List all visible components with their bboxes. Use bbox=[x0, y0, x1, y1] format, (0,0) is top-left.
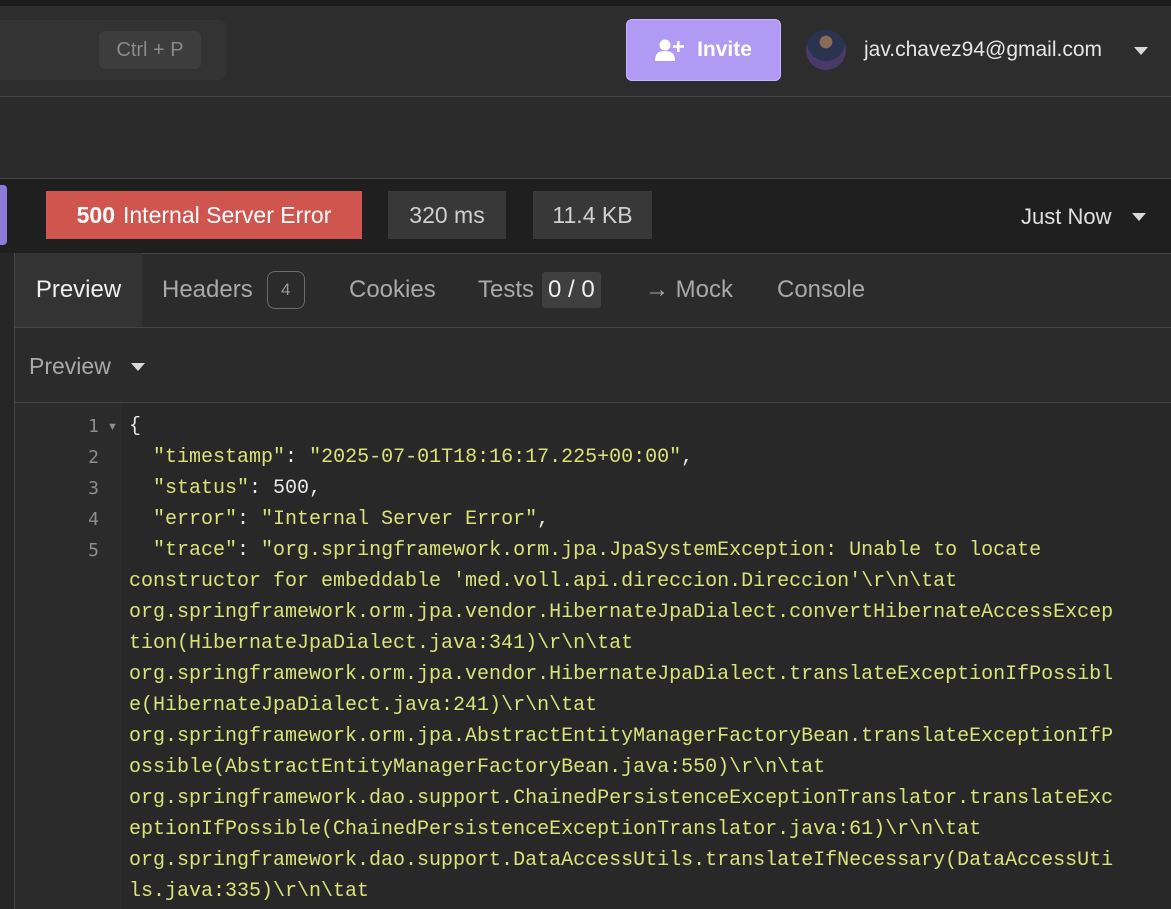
code-line: ls.java:335)\r\n\tat bbox=[129, 880, 370, 903]
code-line: org.springframework.orm.jpa.AbstractEnti… bbox=[129, 725, 1114, 748]
status-badge: 500 Internal Server Error bbox=[46, 191, 362, 239]
account-chevron-down-icon[interactable] bbox=[1134, 47, 1148, 55]
status-text: Internal Server Error bbox=[123, 201, 332, 228]
code-line: e(HibernateJpaDialect.java:241)\r\n\tat bbox=[129, 694, 598, 717]
code-line: org.springframework.orm.jpa.vendor.Hiber… bbox=[129, 601, 1114, 624]
response-body-viewer[interactable]: 1 ▼ 2 3 4 5 { "timestamp": "2025-07-01T1… bbox=[15, 403, 1171, 909]
code-line: "timestamp": "2025-07-01T18:16:17.225+00… bbox=[153, 446, 694, 469]
tab-console[interactable]: Console bbox=[777, 253, 865, 327]
line-number: 2 bbox=[88, 447, 99, 468]
preview-mode-label: Preview bbox=[29, 353, 111, 379]
avatar[interactable] bbox=[806, 30, 846, 70]
code-line: "status": 500, bbox=[153, 477, 322, 500]
tab-mock-label: → Mock bbox=[645, 276, 734, 303]
tab-tests[interactable]: Tests 0 / 0 bbox=[478, 253, 601, 327]
line-number-gutter: 1 ▼ 2 3 4 5 bbox=[15, 403, 121, 909]
line-number: 5 bbox=[88, 540, 99, 561]
tab-preview[interactable]: Preview bbox=[15, 253, 142, 327]
tab-preview-label: Preview bbox=[35, 276, 122, 303]
preview-chevron-down-icon[interactable] bbox=[131, 363, 145, 371]
code-line: "error": "Internal Server Error", bbox=[153, 508, 550, 531]
add-user-icon bbox=[655, 39, 685, 61]
tab-console-label: Console bbox=[777, 276, 866, 303]
tab-headers-label: Headers bbox=[162, 276, 253, 303]
response-history-dropdown[interactable]: Just Now bbox=[1021, 204, 1111, 230]
top-bar: Ctrl + P Invite jav.chavez94@gmail.com bbox=[0, 0, 1171, 97]
user-email[interactable]: jav.chavez94@gmail.com bbox=[864, 38, 1102, 62]
tab-tests-label: Tests bbox=[478, 276, 535, 303]
invite-button[interactable]: Invite bbox=[626, 19, 781, 81]
response-size: 11.4 KB bbox=[533, 191, 652, 239]
tab-headers[interactable]: Headers 4 bbox=[162, 253, 305, 327]
invite-label: Invite bbox=[697, 38, 752, 61]
code-line: ossible(AbstractEntityManagerFactoryBean… bbox=[129, 756, 826, 779]
code-line: tion(HibernateJpaDialect.java:341)\r\n\t… bbox=[129, 632, 634, 655]
tab-mock[interactable]: → Mock bbox=[645, 253, 733, 327]
tab-cookies-label: Cookies bbox=[349, 276, 436, 303]
response-tabs: Preview Headers 4 Cookies Tests 0 / 0 → … bbox=[15, 253, 1171, 328]
headers-count-badge: 4 bbox=[266, 271, 305, 309]
left-rail bbox=[0, 253, 15, 909]
search-shortcut-hint: Ctrl + P bbox=[99, 31, 201, 69]
code-line: constructor for embeddable 'med.voll.api… bbox=[129, 570, 958, 593]
line-number: 1 bbox=[88, 416, 99, 437]
line-number: 4 bbox=[88, 509, 99, 530]
request-bar bbox=[0, 97, 1171, 179]
tests-count-badge: 0 / 0 bbox=[542, 272, 601, 308]
code-line: eptionIfPossible(ChainedPersistenceExcep… bbox=[129, 818, 982, 841]
status-code: 500 bbox=[76, 201, 115, 228]
code-line: org.springframework.dao.support.DataAcce… bbox=[129, 849, 1114, 872]
code-line: "trace": "org.springframework.orm.jpa.Jp… bbox=[153, 539, 1042, 562]
history-chevron-down-icon[interactable] bbox=[1132, 213, 1146, 221]
tab-cookies[interactable]: Cookies bbox=[349, 253, 436, 327]
preview-mode-dropdown[interactable]: Preview bbox=[29, 353, 111, 380]
search-box[interactable]: Ctrl + P bbox=[0, 20, 227, 80]
response-time-label: Just Now bbox=[1021, 204, 1112, 229]
code-line: org.springframework.orm.jpa.vendor.Hiber… bbox=[129, 663, 1114, 686]
send-button-edge[interactable] bbox=[0, 185, 7, 245]
fold-toggle-icon[interactable]: ▼ bbox=[107, 421, 118, 433]
line-number: 3 bbox=[88, 478, 99, 499]
response-time: 320 ms bbox=[388, 191, 506, 239]
preview-mode-bar: Preview bbox=[15, 328, 1171, 403]
code-line: org.springframework.dao.support.ChainedP… bbox=[129, 787, 1114, 810]
window-stripe bbox=[0, 0, 1171, 6]
code-line: { bbox=[129, 415, 142, 438]
